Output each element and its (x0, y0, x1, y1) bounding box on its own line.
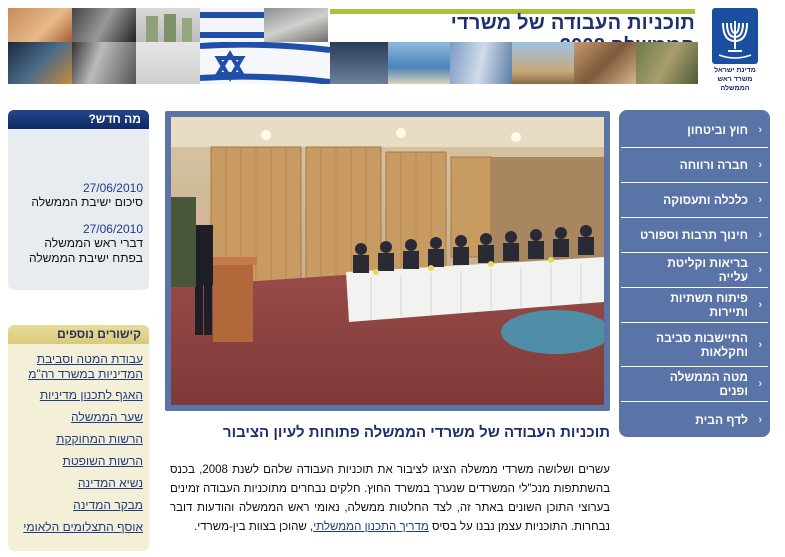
chevron-left-icon: ‹ (758, 159, 762, 171)
nav-label: כלכלה ותעסוקה (663, 193, 748, 207)
news-date: 27/06/2010 (82, 181, 143, 195)
nav-label: חוץ וביטחון (687, 122, 748, 137)
chevron-left-icon: ‹ (758, 229, 762, 241)
whats-new-title: מה חדש? (8, 110, 149, 129)
nav-item-education-culture-sport[interactable]: ‹ חינוך תרבות וספורט (621, 218, 768, 253)
header-photo-5 (264, 8, 328, 42)
link-item[interactable]: הרשות השופטת (8, 454, 149, 469)
news-text[interactable]: דברי ראש הממשלה בפתח ישיבת הממשלה (14, 236, 143, 266)
article-text-end: , שהוכן בצוות בין-משרדי. (194, 521, 314, 533)
menorah-icon (712, 8, 758, 64)
link-item[interactable]: אוסף התצלומים הלאומי (8, 520, 149, 535)
chevron-left-icon: ‹ (758, 123, 762, 136)
link-item[interactable]: נשיא המדינה (8, 476, 149, 491)
nav-item-government-interior[interactable]: ‹ מטה הממשלה ופנים (621, 367, 768, 402)
link-item[interactable]: מבקר המדינה (8, 498, 149, 513)
logo-line-1: מדינת ישראל (714, 67, 756, 74)
conference-photo (171, 117, 604, 405)
nav-label: חברה ורווחה (679, 158, 748, 172)
more-links-box: קישורים נוספים עבודת המטה וסביבת המדיניו… (8, 325, 149, 551)
link-item[interactable]: הרשות המחוקקת (8, 432, 149, 447)
nav-item-health-immigration[interactable]: ‹ בריאות וקליטת עלייה (621, 253, 768, 288)
news-item[interactable]: 27/06/2010 סיכום ישיבת הממשלה (8, 181, 149, 210)
planning-guide-link[interactable]: מדריך התכנון הממשלתי (313, 521, 429, 533)
more-links-title: קישורים נוספים (8, 325, 149, 344)
header-photo-4 (200, 8, 264, 42)
nav-label: מטה הממשלה ופנים (669, 370, 748, 398)
link-item[interactable]: שער הממשלה (8, 410, 149, 425)
nav-item-economy-employment[interactable]: ‹ כלכלה ותעסוקה (621, 183, 768, 218)
nav-label: פיתוח תשתיות ותיירות (670, 291, 748, 319)
header-photo-12 (512, 42, 574, 84)
nav-item-infrastructure-tourism[interactable]: ‹ פיתוח תשתיות ותיירות (621, 288, 768, 323)
header-photo-1 (8, 8, 72, 42)
header-photo-13 (574, 42, 636, 84)
link-item[interactable]: עבודת המטה וסביבת המדיניות במשרד רה"מ (8, 352, 149, 382)
nav-item-foreign-security[interactable]: ‹ חוץ וביטחון (621, 112, 768, 148)
logo-line-2: משרד ראש הממשלה (717, 76, 753, 92)
chevron-left-icon: ‹ (758, 299, 762, 311)
header-photo-10 (388, 42, 450, 84)
chevron-left-icon: ‹ (758, 338, 762, 351)
chevron-left-icon: ‹ (758, 194, 762, 206)
state-emblem-logo[interactable]: מדינת ישראל משרד ראש הממשלה (705, 8, 765, 92)
article-headline[interactable]: תוכניות העבודה של משרדי הממשלה פתוחות לע… (165, 424, 610, 441)
nav-item-home[interactable]: ‹ לדף הבית (621, 402, 768, 437)
header-photo-11 (450, 42, 512, 84)
whats-new-box: מה חדש? 27/06/2010 סיכום ישיבת הממשלה 27… (8, 110, 149, 290)
nav-item-settlement-environment-agriculture[interactable]: ‹ התיישבות סביבה וחקלאות (621, 323, 768, 367)
category-nav: ‹ חוץ וביטחון ‹ חברה ורווחה ‹ כלכלה ותעס… (619, 110, 770, 437)
news-item[interactable]: 27/06/2010 דברי ראש הממשלה בפתח ישיבת המ… (8, 222, 149, 266)
link-item[interactable]: האגף לתכנון מדיניות (8, 388, 149, 403)
header-photo-2 (72, 8, 136, 42)
header-photo-3 (136, 8, 200, 42)
main-photo-frame (165, 111, 610, 411)
header-flag-photo (200, 42, 330, 84)
nav-item-society-welfare[interactable]: ‹ חברה ורווחה (621, 148, 768, 183)
header-photo-14 (636, 42, 698, 84)
nav-label: התיישבות סביבה וחקלאות (656, 330, 748, 359)
nav-label: בריאות וקליטת עלייה (667, 256, 748, 284)
site-header: תוכניות העבודה של משרדי הממשלה 2008 (0, 0, 785, 100)
header-photo-9 (330, 42, 388, 84)
news-date: 27/06/2010 (82, 222, 143, 236)
chevron-left-icon: ‹ (758, 264, 762, 276)
chevron-left-icon: ‹ (758, 413, 762, 426)
header-photo-8 (136, 42, 200, 84)
news-text[interactable]: סיכום ישיבת הממשלה (14, 195, 143, 210)
nav-label: לדף הבית (695, 412, 748, 427)
header-photo-6 (8, 42, 72, 84)
header-photo-7 (72, 42, 136, 84)
article-body: עשרים ושלושה משרדי ממשלה הציגו לציבור את… (170, 461, 610, 537)
chevron-left-icon: ‹ (758, 378, 762, 390)
nav-label: חינוך תרבות וספורט (640, 228, 748, 242)
